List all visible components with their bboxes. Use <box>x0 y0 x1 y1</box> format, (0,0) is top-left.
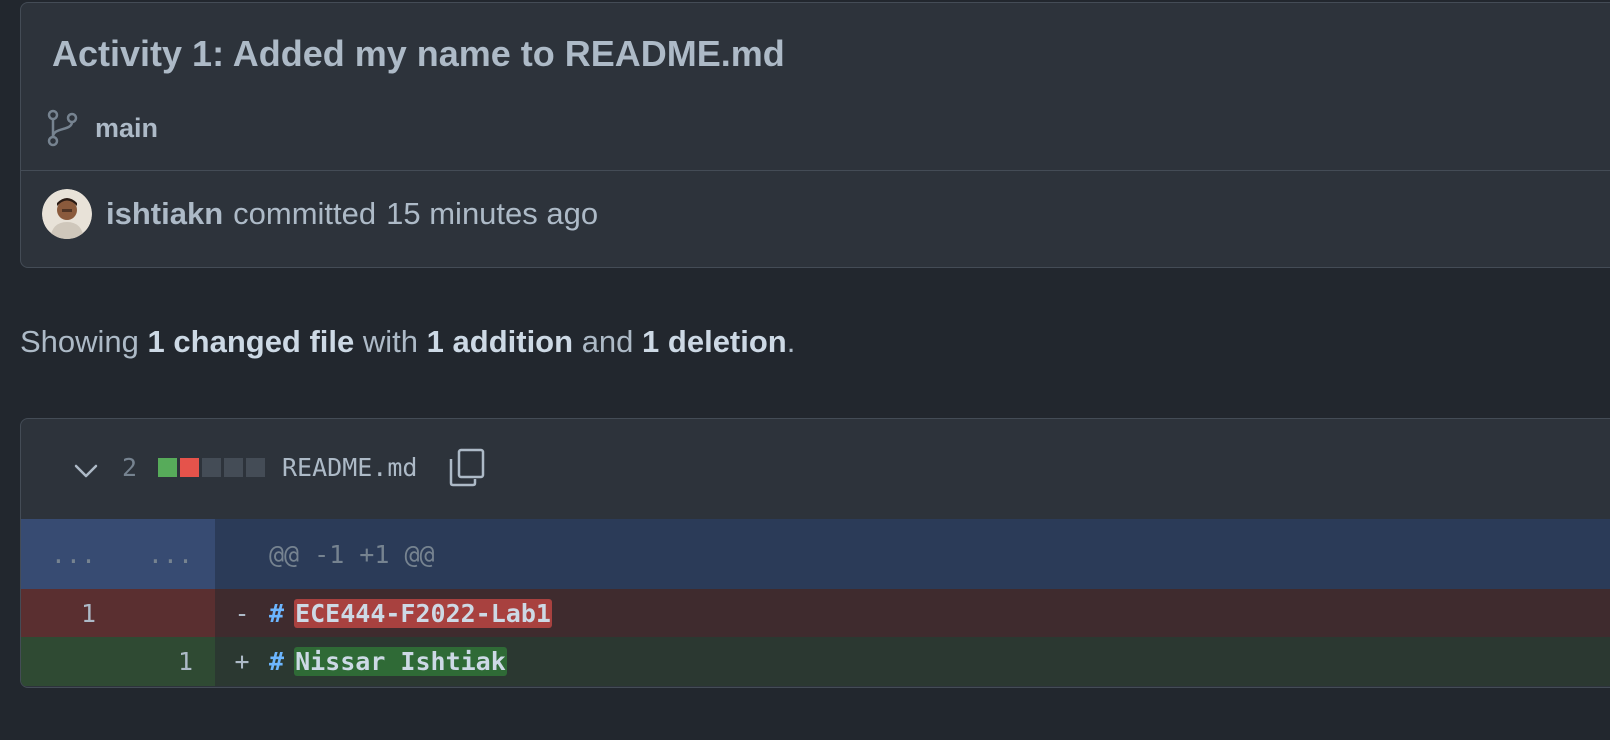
commit-title: Activity 1: Added my name to README.md <box>52 33 785 74</box>
diffstat-block-neutral <box>246 458 265 477</box>
diffstat-block-deletion <box>180 458 199 477</box>
commit-header-box: Activity 1: Added my name to README.md m… <box>20 2 1610 268</box>
commit-head: Activity 1: Added my name to README.md m… <box>21 3 1610 171</box>
file-header: 2 README.md <box>21 419 1610 520</box>
chevron-down-icon[interactable] <box>71 456 101 486</box>
line-code: - # ECE444-F2022-Lab1 <box>215 589 1610 637</box>
diffstat-block-neutral <box>202 458 221 477</box>
deleted-text: ECE444-F2022-Lab1 <box>294 598 552 628</box>
commit-author[interactable]: ishtiakn <box>106 196 223 232</box>
diffstat-count: 2 <box>122 453 138 482</box>
commit-time[interactable]: 15 minutes ago <box>386 196 598 232</box>
hunk-expand-new[interactable]: ... <box>118 519 215 589</box>
diffstat-blocks <box>158 458 268 477</box>
hunk-row[interactable]: ... ... @@ -1 +1 @@ <box>21 519 1610 589</box>
diff-line-deleted: 1 - # ECE444-F2022-Lab1 <box>21 589 1610 637</box>
new-line-number[interactable]: 1 <box>118 637 215 686</box>
summary-prefix: Showing <box>20 324 139 359</box>
diff-marker: - <box>234 598 250 628</box>
branch-indicator[interactable]: main <box>47 109 158 147</box>
summary-with: with <box>362 324 419 359</box>
diff-summary: Showing 1 changed file with 1 addition a… <box>20 324 795 360</box>
git-branch-icon <box>47 109 78 147</box>
diffstat-block-neutral <box>224 458 243 477</box>
summary-suffix: . <box>786 324 796 359</box>
copy-icon[interactable] <box>445 447 485 487</box>
file-diff: 2 README.md ... ... @@ -1 +1 @@ 1 - # ECE4… <box>20 418 1610 688</box>
commit-meta: ishtiakn committed 15 minutes ago <box>42 189 598 239</box>
diffstat-block-addition <box>158 458 177 477</box>
line-code: + # Nissar Ishtiak <box>215 637 1610 686</box>
summary-and: and <box>581 324 634 359</box>
summary-files: 1 changed file <box>147 324 355 359</box>
commit-verb: committed <box>233 196 377 231</box>
new-line-number[interactable] <box>118 589 215 637</box>
diff-marker: + <box>234 647 250 676</box>
diff-line-added: 1 + # Nissar Ishtiak <box>21 637 1610 686</box>
markdown-hash: # <box>269 598 285 628</box>
old-line-number[interactable] <box>21 637 118 686</box>
added-text: Nissar Ishtiak <box>294 647 507 676</box>
summary-additions: 1 addition <box>426 324 574 359</box>
avatar[interactable] <box>42 189 92 239</box>
hunk-header: @@ -1 +1 @@ <box>269 539 435 569</box>
markdown-hash: # <box>269 647 285 676</box>
old-line-number[interactable]: 1 <box>21 589 118 637</box>
hunk-expand-old[interactable]: ... <box>21 519 118 589</box>
summary-deletions: 1 deletion <box>642 324 787 359</box>
branch-name: main <box>95 112 159 143</box>
diff-table: ... ... @@ -1 +1 @@ 1 - # ECE444-F2022-Lab… <box>21 519 1610 686</box>
file-name-link[interactable]: README.md <box>282 453 417 482</box>
